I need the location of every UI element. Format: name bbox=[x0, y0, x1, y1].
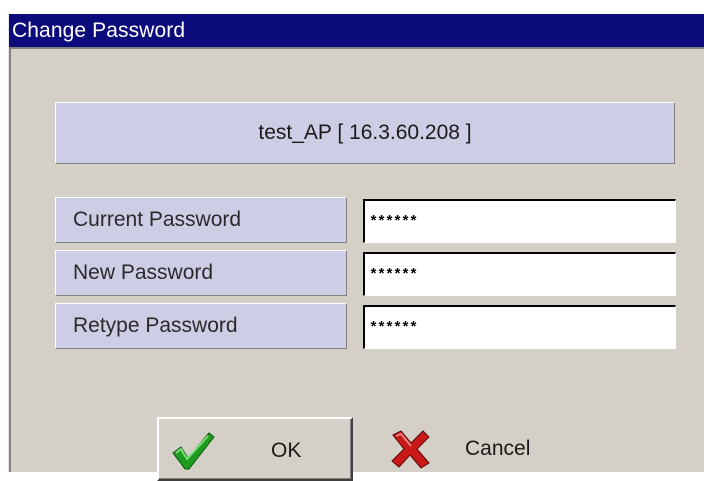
cancel-button[interactable]: Cancel bbox=[373, 417, 569, 481]
retype-password-field[interactable] bbox=[363, 305, 676, 349]
ok-button[interactable]: OK bbox=[157, 417, 353, 481]
x-mark-icon bbox=[391, 430, 430, 469]
cancel-button-label: Cancel bbox=[465, 437, 531, 460]
title-bar[interactable]: Change Password bbox=[9, 14, 704, 47]
access-point-label: test_AP [ 16.3.60.208 ] bbox=[258, 121, 472, 144]
window-title: Change Password bbox=[12, 19, 186, 42]
checkmark-icon bbox=[172, 432, 215, 470]
change-password-dialog: Change Password test_AP [ 16.3.60.208 ] … bbox=[8, 14, 704, 481]
retype-password-label: Retype Password bbox=[55, 303, 347, 349]
new-password-field[interactable] bbox=[363, 252, 676, 296]
current-password-label: Current Password bbox=[55, 197, 347, 243]
dialog-body: test_AP [ 16.3.60.208 ] Current Password… bbox=[9, 47, 704, 481]
ok-button-label: OK bbox=[271, 439, 302, 462]
access-point-banner: test_AP [ 16.3.60.208 ] bbox=[55, 102, 675, 164]
new-password-label: New Password bbox=[55, 250, 347, 296]
current-password-field[interactable] bbox=[363, 199, 676, 243]
